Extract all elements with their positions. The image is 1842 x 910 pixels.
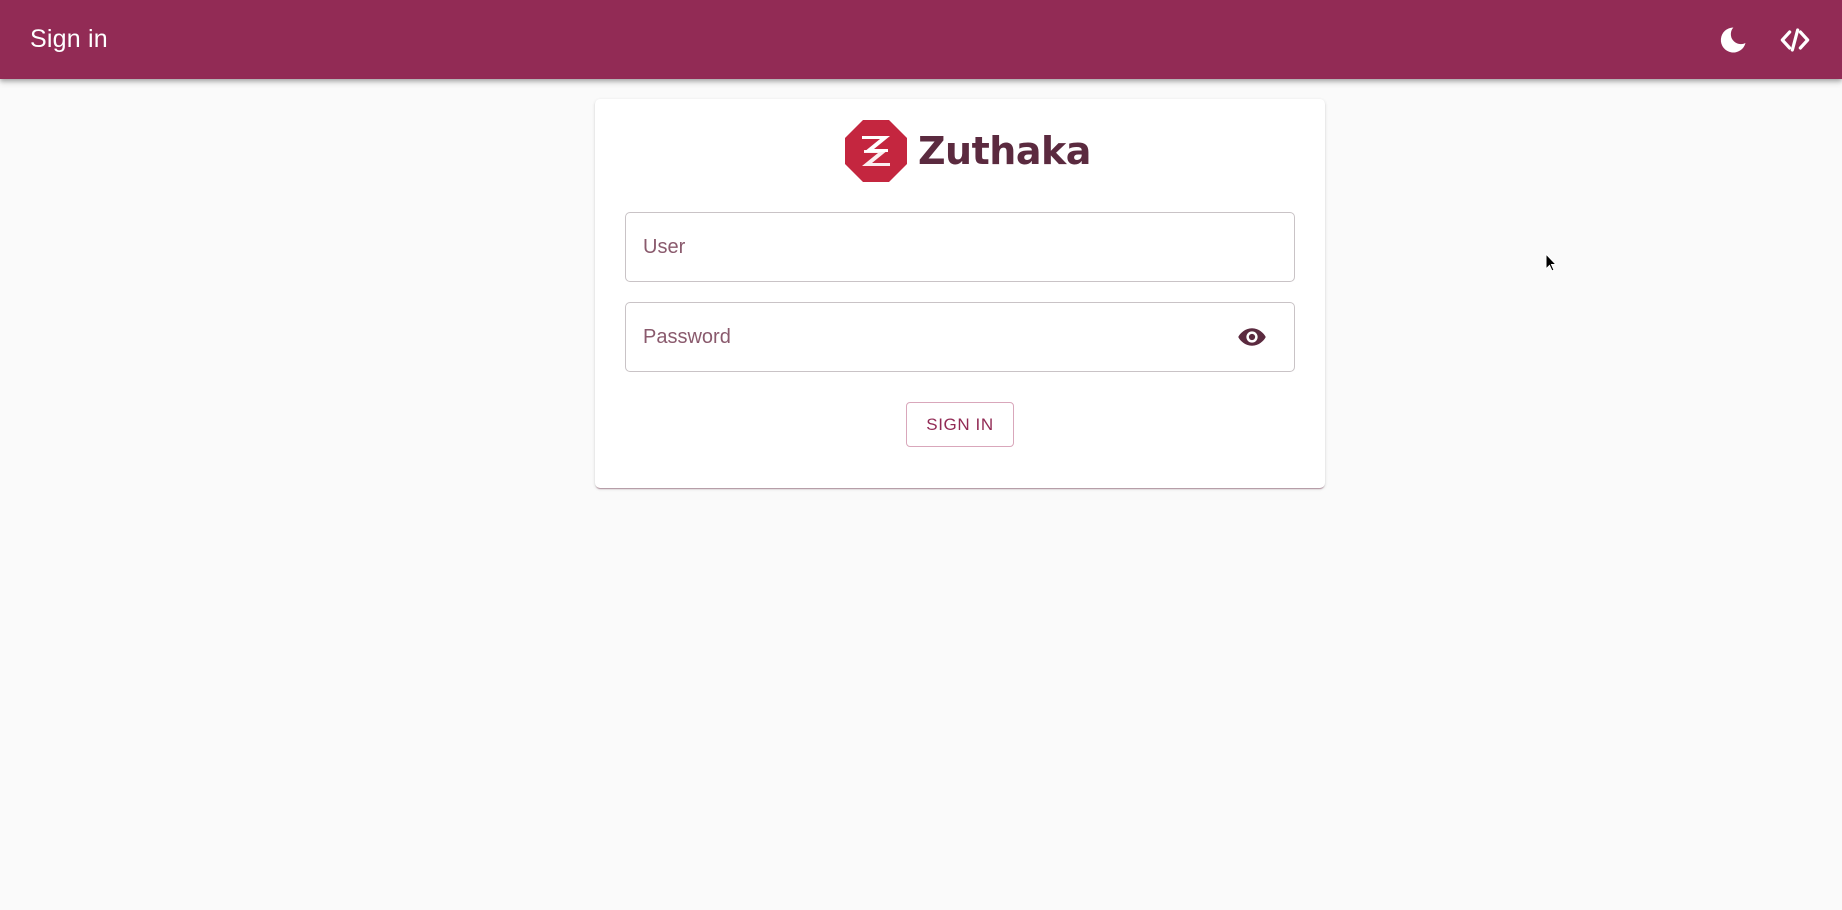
app-bar-actions — [1716, 23, 1812, 57]
moon-icon — [1720, 26, 1746, 52]
code-icon — [1780, 27, 1810, 52]
page-title: Sign in — [30, 25, 108, 53]
logo: Zuthaka — [844, 117, 1091, 185]
toggle-password-visibility-button[interactable] — [1235, 319, 1269, 355]
user-field[interactable] — [625, 212, 1295, 282]
logo-text: Zuthaka — [918, 129, 1091, 173]
zuthaka-logo-icon — [845, 120, 907, 182]
user-input[interactable] — [643, 235, 1277, 259]
sign-in-button[interactable]: SIGN IN — [906, 402, 1014, 447]
app-bar: Sign in — [0, 0, 1842, 79]
dark-mode-toggle-button[interactable] — [1716, 23, 1750, 57]
source-code-button[interactable] — [1778, 23, 1812, 57]
password-input[interactable] — [643, 325, 1236, 349]
mouse-cursor-icon — [1545, 253, 1558, 272]
eye-icon — [1238, 328, 1266, 346]
sign-in-card: Zuthaka SIGN IN — [595, 99, 1325, 488]
password-field[interactable] — [625, 302, 1295, 372]
